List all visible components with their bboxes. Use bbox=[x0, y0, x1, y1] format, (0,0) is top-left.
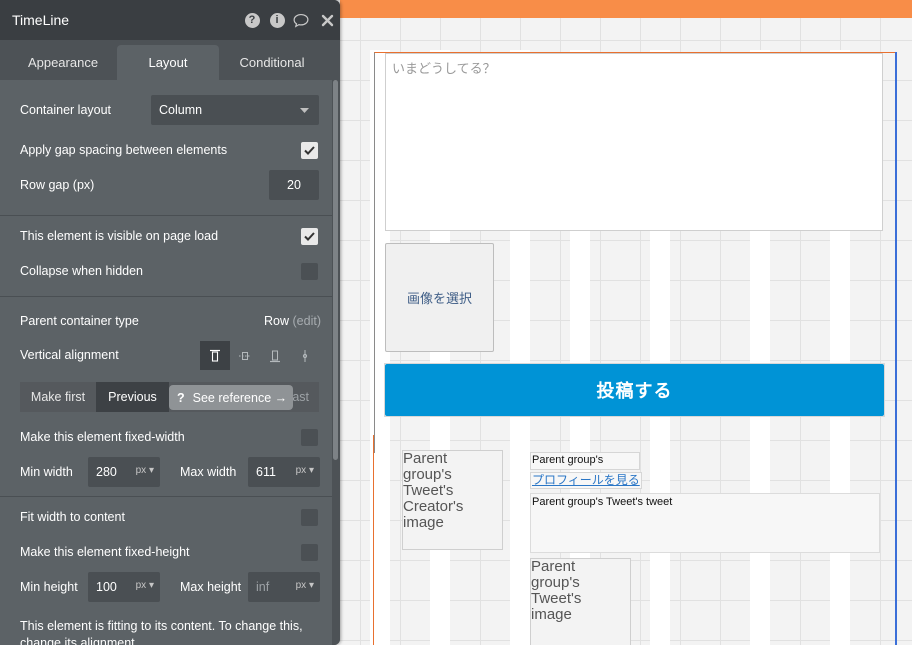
comment-icon[interactable] bbox=[293, 12, 309, 28]
checkmark-icon bbox=[304, 146, 315, 155]
post-button-label: 投稿する bbox=[596, 381, 673, 401]
max-height-label: Max height bbox=[180, 580, 242, 594]
min-height-label: Min height bbox=[20, 580, 78, 594]
visible-on-load-label: This element is visible on page load bbox=[20, 229, 219, 243]
parent-container-label: Parent container type bbox=[20, 314, 139, 328]
view-profile-link[interactable]: プロフィールを見る bbox=[530, 472, 642, 489]
panel-title: TimeLine bbox=[12, 12, 70, 28]
min-height-unit-select[interactable]: px ▾ bbox=[136, 580, 154, 591]
container-layout-value: Column bbox=[159, 103, 203, 117]
panel-tabs: Appearance Layout Conditional bbox=[0, 45, 340, 80]
align-stretch-button[interactable] bbox=[290, 341, 320, 370]
min-width-label: Min width bbox=[20, 465, 73, 479]
max-height-value: inf bbox=[256, 580, 270, 594]
min-height-value: 100 bbox=[96, 580, 117, 594]
question-icon: ? bbox=[177, 390, 185, 405]
see-reference-label: See reference → bbox=[192, 390, 288, 405]
fit-width-label: Fit width to content bbox=[20, 510, 125, 524]
info-icon[interactable]: i bbox=[269, 12, 285, 28]
visible-on-load-checkbox[interactable] bbox=[301, 228, 318, 245]
previous-button[interactable]: Previous bbox=[96, 382, 169, 412]
tweet-text[interactable]: Parent group's Tweet's tweet bbox=[530, 493, 880, 553]
creator-image-alt-text: Parent group's Tweet's Creator's image bbox=[403, 450, 464, 531]
divider bbox=[0, 215, 332, 216]
align-top-button[interactable] bbox=[200, 341, 230, 370]
collapse-hidden-label: Collapse when hidden bbox=[20, 264, 144, 278]
chevron-down-icon bbox=[300, 108, 309, 113]
align-center-icon bbox=[239, 351, 251, 360]
page-header-bar bbox=[340, 0, 912, 18]
tweet-image[interactable]: Parent group's Tweet's image bbox=[530, 558, 631, 645]
row-gap-value: 20 bbox=[287, 178, 301, 192]
tweet-image-alt-text: Parent group's Tweet's image bbox=[531, 558, 582, 623]
align-bottom-button[interactable] bbox=[260, 341, 290, 370]
divider bbox=[0, 296, 332, 297]
fixed-width-label: Make this element fixed-width bbox=[20, 430, 185, 444]
panel-header[interactable]: TimeLine ? i bbox=[0, 0, 340, 40]
select-image-button[interactable]: 画像を選択 bbox=[385, 243, 494, 352]
max-width-unit-select[interactable]: px ▾ bbox=[296, 465, 314, 476]
container-layout-label: Container layout bbox=[20, 103, 112, 117]
max-height-unit-select[interactable]: px ▾ bbox=[296, 580, 314, 591]
post-button[interactable]: 投稿する bbox=[385, 364, 884, 416]
align-top-icon bbox=[210, 349, 220, 362]
align-stretch-icon bbox=[302, 349, 308, 362]
see-reference-tooltip[interactable]: ? See reference → bbox=[169, 385, 293, 410]
max-width-value: 611 bbox=[256, 465, 276, 479]
property-editor-panel: TimeLine ? i Appearance Layout Condition… bbox=[0, 0, 340, 645]
checkmark-icon bbox=[304, 232, 315, 241]
row-gap-input[interactable]: 20 bbox=[269, 170, 319, 200]
tab-layout[interactable]: Layout bbox=[117, 45, 219, 80]
help-icon[interactable]: ? bbox=[244, 12, 260, 28]
vertical-alignment-label: Vertical alignment bbox=[20, 348, 119, 362]
panel-scrollbar[interactable] bbox=[332, 80, 340, 645]
scrollbar-thumb[interactable] bbox=[333, 80, 338, 460]
select-image-label: 画像を選択 bbox=[406, 291, 472, 306]
parent-container-edit-link[interactable]: (edit) bbox=[293, 314, 321, 328]
min-width-unit-select[interactable]: px ▾ bbox=[136, 465, 154, 476]
close-icon[interactable] bbox=[319, 12, 335, 28]
textarea-placeholder: いまどうしてる？ bbox=[392, 61, 496, 76]
tab-appearance[interactable]: Appearance bbox=[8, 45, 118, 80]
container-layout-select[interactable]: Column bbox=[151, 95, 319, 125]
tweet-textarea[interactable]: いまどうしてる？ bbox=[385, 53, 883, 231]
selection-guide bbox=[373, 435, 374, 645]
fixed-width-checkbox[interactable] bbox=[301, 429, 318, 446]
gap-spacing-checkbox[interactable] bbox=[301, 142, 318, 159]
min-height-input[interactable]: 100 px ▾ bbox=[88, 572, 160, 602]
max-width-label: Max width bbox=[180, 465, 237, 479]
make-first-button[interactable]: Make first bbox=[20, 382, 96, 412]
fit-width-checkbox[interactable] bbox=[301, 509, 318, 526]
fixed-height-label: Make this element fixed-height bbox=[20, 545, 190, 559]
max-height-input[interactable]: inf px ▾ bbox=[248, 572, 320, 602]
min-width-value: 280 bbox=[96, 465, 117, 479]
align-center-button[interactable] bbox=[230, 341, 260, 370]
tab-conditional[interactable]: Conditional bbox=[222, 45, 322, 80]
min-width-input[interactable]: 280 px ▾ bbox=[88, 457, 160, 487]
row-gap-label: Row gap (px) bbox=[20, 178, 95, 192]
align-bottom-icon bbox=[270, 350, 280, 362]
divider bbox=[0, 496, 332, 497]
fitting-note: This element is fitting to its content. … bbox=[20, 619, 303, 645]
max-width-input[interactable]: 611 px ▾ bbox=[248, 457, 320, 487]
parent-container-value: Row (edit) bbox=[264, 314, 321, 328]
creator-image[interactable]: Parent group's Tweet's Creator's image bbox=[402, 450, 503, 550]
parent-group-text[interactable]: Parent group's bbox=[530, 452, 640, 470]
gap-spacing-label: Apply gap spacing between elements bbox=[20, 143, 228, 157]
fixed-height-checkbox[interactable] bbox=[301, 544, 318, 561]
collapse-hidden-checkbox[interactable] bbox=[301, 263, 318, 280]
selection-guide-blue bbox=[895, 52, 897, 645]
